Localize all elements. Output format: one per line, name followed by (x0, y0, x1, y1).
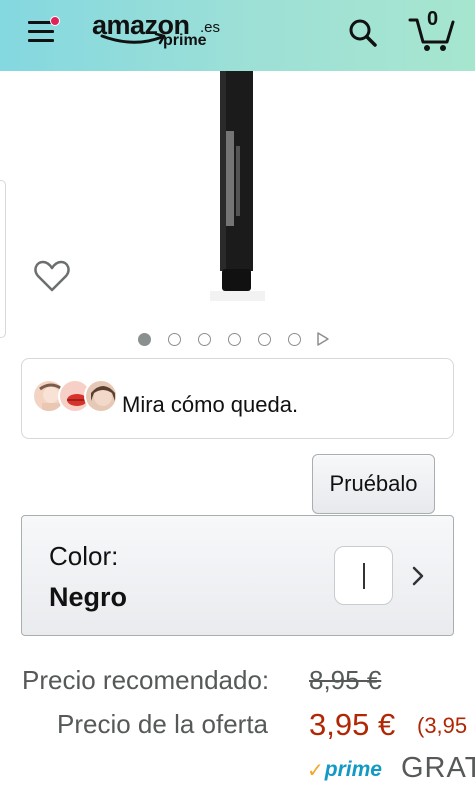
search-button[interactable] (345, 15, 381, 51)
amazon-logo[interactable]: amazon .es prime (92, 10, 222, 56)
heart-icon (34, 260, 70, 292)
try-on-text: Mira cómo queda. (122, 392, 299, 417)
try-on-faces (32, 379, 122, 417)
offer-price-label: Precio de la oferta (57, 709, 269, 739)
search-icon (349, 19, 377, 47)
notification-dot (50, 16, 60, 26)
color-label: Color: (49, 541, 119, 571)
face-thumbnail-icon (84, 379, 118, 413)
cart-button[interactable]: 0 (407, 8, 457, 52)
carousel-dot[interactable] (226, 331, 242, 347)
recommended-price-value: 8,95 € (309, 665, 382, 695)
wishlist-button[interactable] (33, 258, 71, 294)
carousel-dot[interactable] (196, 331, 212, 347)
menu-icon-bar (28, 39, 54, 42)
recommended-price-label: Precio recomendado: (22, 665, 270, 695)
shipping-text: GRAT (401, 752, 475, 784)
carousel-dot[interactable] (286, 331, 302, 347)
cart-count: 0 (427, 8, 439, 30)
prime-check-icon: ✓ (307, 759, 324, 782)
color-value: Negro (49, 582, 128, 612)
top-nav-bar: amazon .es prime 0 (0, 0, 475, 71)
try-it-button[interactable]: Pruébalo (312, 454, 435, 514)
carousel-dot[interactable] (136, 331, 152, 347)
menu-button[interactable] (26, 16, 60, 46)
logo-prime: prime (163, 32, 207, 49)
virtual-try-on-card[interactable]: Mira cómo queda. (21, 358, 454, 439)
carousel-dot[interactable] (256, 331, 272, 347)
play-video-icon[interactable] (316, 331, 332, 347)
chevron-right-icon[interactable] (408, 563, 428, 589)
menu-icon-bar (28, 30, 54, 33)
side-panel-handle[interactable] (0, 180, 6, 338)
product-image[interactable] (180, 71, 290, 306)
swatch-thumbnail-icon (363, 563, 365, 589)
color-swatch[interactable] (334, 546, 393, 605)
offer-price-value: 3,95 € (309, 707, 396, 742)
prime-label: prime (324, 758, 382, 781)
eyeliner-pen-image (210, 71, 265, 301)
unit-price: (3,95 (417, 713, 468, 738)
image-carousel-indicator (136, 331, 332, 347)
carousel-dot[interactable] (166, 331, 182, 347)
prime-badge: ✓ prime (307, 756, 382, 784)
smile-arrow-icon (100, 32, 166, 45)
color-selector[interactable]: Color: Negro (21, 515, 454, 636)
